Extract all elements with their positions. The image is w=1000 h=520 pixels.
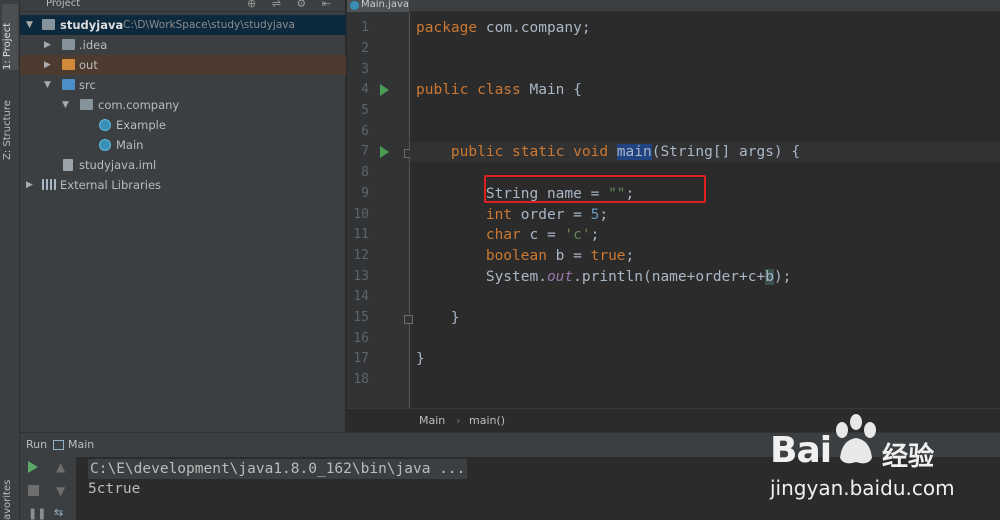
- tree-item-src[interactable]: ▼ src: [20, 75, 346, 95]
- tree-item-external-libraries[interactable]: ▶ External Libraries: [20, 175, 346, 195]
- arrow-up-icon[interactable]: ▲: [56, 460, 65, 474]
- tree-item-idea[interactable]: ▶ .idea: [20, 35, 346, 55]
- chevron-down-icon[interactable]: ▼: [44, 75, 51, 95]
- tree-item-main[interactable]: Main: [20, 135, 346, 155]
- line-number: 1: [361, 20, 369, 35]
- tree-item-out[interactable]: ▶ out: [20, 55, 346, 75]
- java-class-icon: [350, 1, 359, 10]
- console-output-line: 5ctrue: [88, 481, 141, 497]
- java-class-icon: [99, 119, 111, 131]
- chevron-down-icon[interactable]: ▼: [26, 15, 33, 35]
- source-folder-icon: [62, 79, 75, 90]
- package-icon: [80, 99, 93, 110]
- folder-icon: [62, 59, 75, 70]
- project-panel-header: Project ⊕ ⇌ ⚙ ⇤: [20, 0, 345, 12]
- line-number: 5: [361, 103, 369, 118]
- project-panel-title: Project: [46, 0, 81, 9]
- tree-item-label: src: [79, 78, 96, 92]
- tree-item-example[interactable]: Example: [20, 115, 346, 135]
- tab-label: Main.java: [361, 0, 410, 10]
- editor-gutter: 1 2 3 4 5 6 7 8 9 10 11 12 13 14 15 16 1…: [347, 12, 413, 408]
- tree-item-studyjava[interactable]: ▼ studyjava C:\D\WorkSpace\study\studyja…: [20, 15, 346, 35]
- code-line-13: System.out.println(name+order+c+b);: [416, 269, 792, 285]
- chevron-right-icon[interactable]: ▶: [26, 175, 33, 195]
- watermark-brand: Bai: [770, 430, 832, 471]
- code-line-17: }: [416, 351, 425, 367]
- tree-item-label: Main: [116, 138, 144, 152]
- soft-wrap-icon[interactable]: ⇆: [54, 506, 63, 519]
- line-number: 4: [361, 82, 369, 97]
- baidu-jingyan-watermark: Bai 经验 jingyan.baidu.com: [764, 412, 996, 516]
- line-number: 18: [353, 372, 369, 387]
- breadcrumb-class[interactable]: Main: [419, 409, 445, 433]
- line-number: 15: [353, 310, 369, 325]
- project-panel: Project ⊕ ⇌ ⚙ ⇤ ▼ studyjava C:\D\WorkSpa…: [20, 0, 346, 432]
- tree-item-label: studyjava: [60, 18, 124, 32]
- favorites-tool-tab[interactable]: avorites: [2, 480, 18, 520]
- arrow-down-icon[interactable]: ▼: [56, 484, 65, 498]
- line-number: 9: [361, 186, 369, 201]
- left-tool-strip: 1: Project Z: Structure avorites: [0, 0, 20, 520]
- editor-tab-bar: Main.java: [347, 0, 1000, 12]
- run-config-icon: [53, 440, 64, 450]
- run-panel-label: Run: [26, 438, 48, 451]
- pause-icon[interactable]: ❚❚: [28, 507, 46, 520]
- tree-item-label: Example: [116, 118, 166, 132]
- tree-item-com-company[interactable]: ▼ com.company: [20, 95, 346, 115]
- line-number: 13: [353, 269, 369, 284]
- project-tool-tab[interactable]: 1: Project: [2, 4, 18, 70]
- chevron-right-icon[interactable]: ▶: [44, 55, 51, 75]
- code-line-7: public static void main(String[] args) {: [410, 142, 1000, 162]
- code-line-15: }: [416, 310, 460, 326]
- code-area[interactable]: package com.company; public class Main {…: [410, 12, 1000, 408]
- library-icon: [42, 179, 56, 190]
- tree-item-label: studyjava.iml: [79, 158, 157, 172]
- line-number: 14: [353, 289, 369, 304]
- tree-item-label: .idea: [79, 38, 108, 52]
- code-line-10: int order = 5;: [485, 207, 609, 223]
- folder-icon: [62, 39, 75, 50]
- tree-item-label: External Libraries: [60, 178, 162, 192]
- tree-item-studyjava-iml[interactable]: studyjava.iml: [20, 155, 346, 175]
- run-toolbar: ❚❚ ▲ ▼ ⇆: [20, 457, 76, 520]
- watermark-brand-suffix: 经验: [882, 442, 935, 472]
- breadcrumb-method[interactable]: main(): [469, 409, 505, 433]
- code-line-4: public class Main {: [416, 82, 582, 98]
- panel-tool-icons[interactable]: ⊕ ⇌ ⚙ ⇤: [247, 0, 337, 10]
- line-number: 11: [353, 227, 369, 242]
- tree-item-path-hint: C:\D\WorkSpace\study\studyjava: [123, 19, 295, 31]
- stop-icon[interactable]: [28, 485, 39, 496]
- line-number: 3: [361, 62, 369, 77]
- tree-item-label: com.company: [98, 98, 180, 112]
- breadcrumb-separator: ›: [456, 414, 461, 427]
- run-config-name[interactable]: Main: [68, 433, 94, 457]
- line-number: 16: [353, 331, 369, 346]
- watermark-url: jingyan.baidu.com: [770, 476, 955, 500]
- module-file-icon: [63, 159, 73, 171]
- chevron-right-icon[interactable]: ▶: [44, 35, 51, 55]
- line-number: 10: [353, 207, 369, 222]
- code-line-1: package com.company;: [416, 20, 591, 36]
- code-line-11: char c = 'c';: [485, 227, 600, 243]
- structure-tool-tab[interactable]: Z: Structure: [2, 84, 18, 160]
- tree-item-label: out: [79, 58, 98, 72]
- line-number: 6: [361, 124, 369, 139]
- line-number: 7: [361, 144, 369, 159]
- tab-main-java[interactable]: Main.java: [347, 0, 409, 12]
- line-number: 17: [353, 351, 369, 366]
- line-number: 12: [353, 248, 369, 263]
- line-number: 8: [361, 165, 369, 180]
- run-method-icon[interactable]: [380, 146, 389, 158]
- code-line-12: boolean b = true;: [485, 248, 635, 264]
- java-class-icon: [99, 139, 111, 151]
- chevron-down-icon[interactable]: ▼: [62, 95, 69, 115]
- console-command-line: C:\E\development\java1.8.0_162\bin\java …: [88, 459, 468, 479]
- baidu-paw-logo: [836, 414, 876, 464]
- folder-icon: [42, 19, 55, 30]
- annotation-highlight-box: [484, 175, 706, 203]
- run-class-icon[interactable]: [380, 84, 389, 96]
- rerun-icon[interactable]: [28, 461, 38, 473]
- code-editor: Main.java 1 2 3 4 5 6 7 8 9 10 11 12 13 …: [347, 0, 1000, 432]
- line-number: 2: [361, 41, 369, 56]
